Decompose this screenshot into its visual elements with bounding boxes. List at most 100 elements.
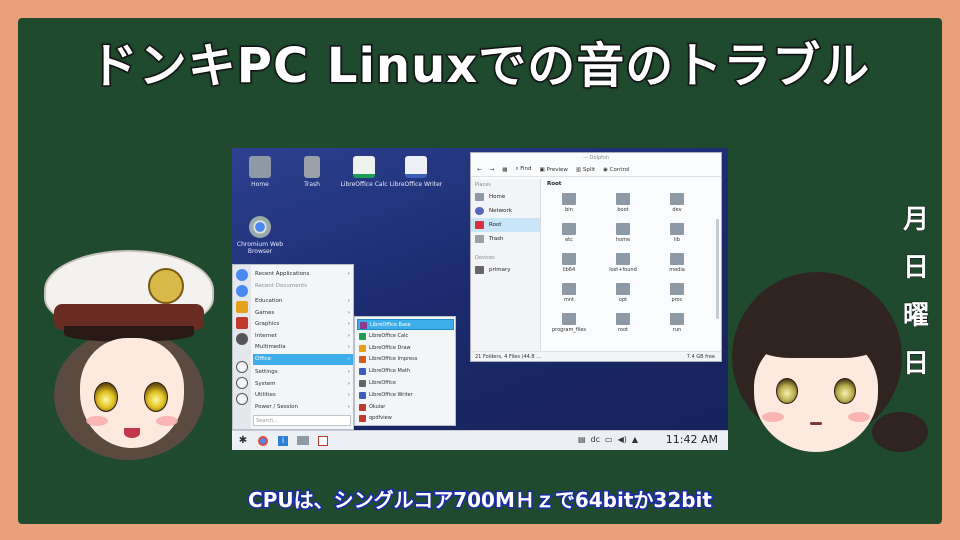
find-button[interactable]: ⌕ Find <box>515 166 531 173</box>
menu-item-power-session[interactable]: Power / Session › <box>253 402 353 413</box>
forward-icon[interactable]: → <box>490 167 495 173</box>
place-trash[interactable]: Trash <box>471 232 540 246</box>
file-item[interactable]: media <box>657 253 697 273</box>
submenu-item[interactable]: LibreOffice Math <box>357 366 454 377</box>
app-icon <box>359 344 366 352</box>
file-manager-window: — Dolphin ← → ▦ ⌕ Find ▣ Preview ▥ Split… <box>470 152 722 362</box>
preview-button[interactable]: ▣ Preview <box>540 167 568 173</box>
desktop-icon-chromium[interactable]: Chromium Web Browser <box>232 216 288 255</box>
menu-search-input[interactable]: Search... <box>253 415 351 426</box>
volume-icon[interactable]: ◀) <box>618 435 627 444</box>
menu-item-internet[interactable]: Internet › <box>253 331 353 342</box>
place-home[interactable]: Home <box>471 190 540 204</box>
menu-item-system[interactable]: System › <box>253 379 353 390</box>
display-icon[interactable]: ▭ <box>605 435 613 444</box>
start-menu-icon[interactable]: ✱ <box>234 433 252 449</box>
chevron-up-icon[interactable]: ▲ <box>632 435 638 444</box>
menu-item-office[interactable]: Office › <box>253 353 353 365</box>
submenu-item[interactable]: LibreOffice <box>357 378 454 389</box>
device-primary[interactable]: primary <box>471 263 540 277</box>
submenu-item[interactable]: LibreOffice Writer <box>357 390 454 401</box>
app-icon <box>359 415 366 423</box>
clipboard-icon[interactable]: ▤ <box>578 435 586 444</box>
app-icon <box>360 322 367 329</box>
menu-item-recent-documents[interactable]: Recent Documents <box>253 281 353 292</box>
desktop-icon-calc[interactable]: LibreOffice Calc <box>336 156 392 188</box>
hair-tail <box>872 412 928 452</box>
chromium-icon[interactable] <box>236 285 248 297</box>
places-header: Places <box>475 182 491 188</box>
folder-icon <box>616 253 630 265</box>
place-root[interactable]: Root <box>471 218 540 232</box>
folder-icon[interactable] <box>236 301 248 313</box>
file-item[interactable]: proc <box>657 283 697 303</box>
captain-character-illustration <box>24 250 234 480</box>
power-icon[interactable] <box>236 393 248 405</box>
home-icon <box>475 193 484 201</box>
calc-icon <box>353 156 375 178</box>
menu-item-games[interactable]: Games › <box>253 308 353 319</box>
file-item[interactable]: boot <box>603 193 643 213</box>
menu-item-education[interactable]: Education › <box>253 296 353 307</box>
network-icon <box>475 207 484 215</box>
trash-icon <box>304 156 320 178</box>
folder-icon <box>670 313 684 325</box>
control-button[interactable]: ◉ Control <box>603 167 629 173</box>
scrollbar[interactable] <box>716 219 719 319</box>
character-bangs <box>752 302 882 358</box>
back-icon[interactable]: ← <box>477 167 482 173</box>
clock[interactable]: 11:42 AM <box>666 433 718 446</box>
file-item[interactable]: program_files <box>549 313 589 333</box>
file-item[interactable]: lost+found <box>603 253 643 273</box>
menu-item-multimedia[interactable]: Multimedia › <box>253 342 353 353</box>
app-icon[interactable] <box>314 433 332 449</box>
info-icon[interactable]: i <box>274 433 292 449</box>
menu-item-utilities[interactable]: Utilities › <box>253 390 353 401</box>
submenu-item[interactable]: LibreOffice Base <box>357 319 454 330</box>
submenu-item[interactable]: LibreOffice Impress <box>357 354 454 365</box>
submenu-item[interactable]: qpdfview <box>357 413 454 424</box>
place-network[interactable]: Network <box>471 204 540 218</box>
folder-icon <box>562 223 576 235</box>
chromium-icon[interactable] <box>236 269 248 281</box>
desktop-icon-home[interactable]: Home <box>232 156 288 188</box>
chevron-right-icon: › <box>347 321 350 327</box>
file-item[interactable]: etc <box>549 223 589 243</box>
network-tray-label[interactable]: dc <box>591 435 600 444</box>
folder-icon <box>616 223 630 235</box>
file-item[interactable]: dev <box>657 193 697 213</box>
date-char: 月 <box>902 205 929 236</box>
grid-view-icon[interactable]: ▦ <box>502 167 507 173</box>
settings-icon[interactable] <box>236 333 248 345</box>
menu-item-settings[interactable]: Settings › <box>253 367 353 378</box>
restart-icon[interactable] <box>236 377 248 389</box>
menu-item-graphics[interactable]: Graphics › <box>253 319 353 330</box>
video-title: ドンキPC Linuxでの音のトラブル <box>88 37 871 96</box>
back-icon[interactable] <box>236 361 248 373</box>
file-item[interactable]: run <box>657 313 697 333</box>
app-icon[interactable] <box>236 317 248 329</box>
file-item[interactable]: root <box>603 313 643 333</box>
split-button[interactable]: ▥ Split <box>576 167 595 173</box>
chevron-right-icon: › <box>347 309 350 316</box>
taskbar: ✱ i ▤ dc ▭ ◀) ▲ 11:42 AM <box>232 430 728 450</box>
file-item[interactable]: lib64 <box>549 253 589 273</box>
file-item[interactable]: lib <box>657 223 697 243</box>
submenu-item[interactable]: LibreOffice Calc <box>357 331 454 342</box>
submenu-item[interactable]: LibreOffice Draw <box>357 343 454 354</box>
chromium-icon <box>249 216 271 238</box>
file-item[interactable]: home <box>603 223 643 243</box>
chevron-right-icon: › <box>347 403 350 410</box>
desktop-icon-trash[interactable]: Trash <box>284 156 340 188</box>
file-item[interactable]: opt <box>603 283 643 303</box>
desktop-icon-writer[interactable]: LibreOffice Writer <box>388 156 444 188</box>
menu-item-recent-applications[interactable]: Recent Applications › <box>253 269 353 280</box>
app-icon <box>359 403 366 411</box>
folder-icon <box>616 313 630 325</box>
places-panel: Places Home Network Root Trash Devices p… <box>471 179 541 353</box>
file-manager-icon[interactable] <box>294 433 312 449</box>
file-item[interactable]: mnt <box>549 283 589 303</box>
submenu-item[interactable]: Okular <box>357 402 454 413</box>
chromium-icon[interactable] <box>254 433 272 449</box>
file-item[interactable]: bin <box>549 193 589 213</box>
